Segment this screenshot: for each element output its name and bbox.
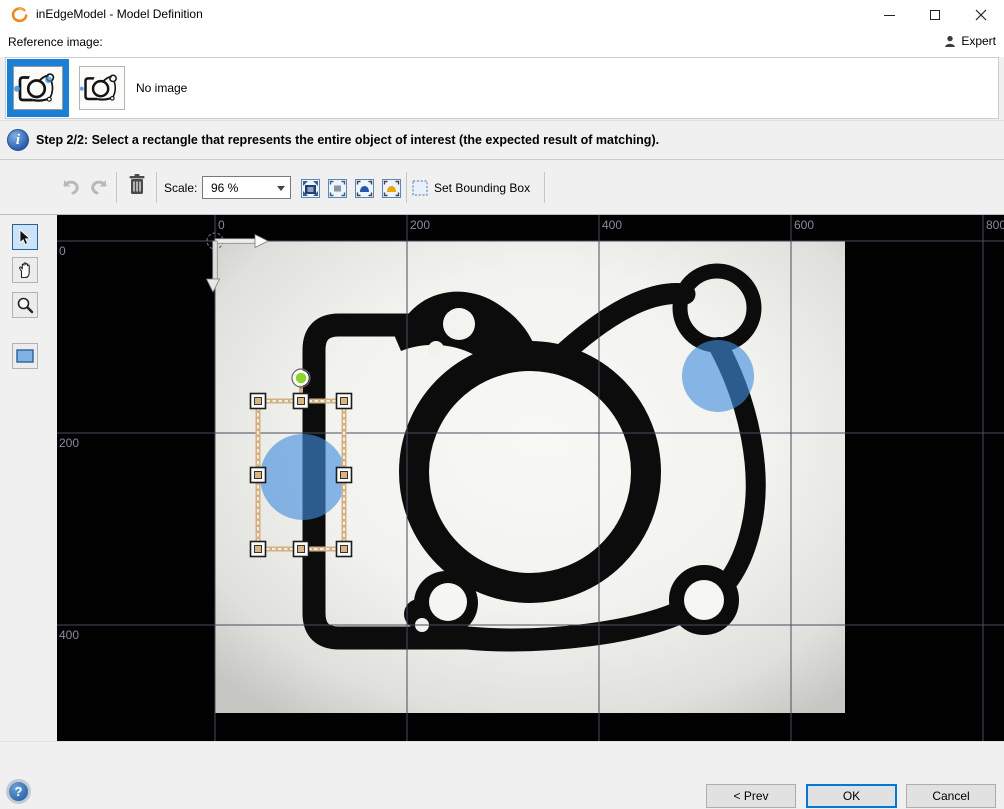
ruler-tick: 200 [410, 218, 430, 232]
zoom-actual-size-icon [328, 179, 347, 198]
redo-icon [89, 178, 109, 196]
fit-to-selection-icon [355, 179, 374, 198]
gasket-thumbnail-2 [80, 67, 124, 109]
rectangle-shape-icon [16, 349, 34, 363]
zoom-fit-image-button[interactable] [299, 177, 321, 199]
resize-handle-w[interactable] [251, 468, 266, 483]
tool-palette [0, 215, 57, 741]
resize-handle-s[interactable] [294, 542, 309, 557]
resize-handle-n[interactable] [294, 394, 309, 409]
question-mark-icon: ? [15, 784, 23, 799]
chevron-down-icon [277, 186, 285, 191]
resize-handle-ne[interactable] [337, 394, 352, 409]
set-bounding-box-label: Set Bounding Box [434, 181, 530, 195]
rotation-handle[interactable] [292, 369, 310, 387]
thumbnail-selected[interactable] [7, 59, 69, 117]
step-instruction: Step 2/2: Select a rectangle that repres… [36, 133, 659, 147]
window-title: inEdgeModel - Model Definition [36, 7, 203, 21]
footer-bar: ? < Prev OK Cancel [0, 741, 1004, 809]
edge-marker-dot [80, 87, 84, 91]
zoom-actual-size-button[interactable] [326, 177, 348, 199]
thumbnail-2[interactable] [78, 65, 126, 111]
pan-tool-button[interactable] [12, 257, 38, 283]
image-canvas[interactable]: 0 200 400 600 800 0 200 400 [57, 215, 1004, 741]
maximize-icon [930, 10, 940, 20]
person-icon [944, 35, 956, 48]
title-bar: inEdgeModel - Model Definition [0, 0, 1004, 30]
edge-marker-dot [45, 76, 52, 83]
canvas-toolbar: Scale: 96 % [0, 161, 1004, 214]
prev-button[interactable]: < Prev [706, 784, 796, 808]
fit-to-model-button[interactable] [380, 177, 402, 199]
rectangle-tool-button[interactable] [12, 343, 38, 369]
expert-mode-toggle[interactable]: Expert [944, 34, 996, 48]
delete-button[interactable] [126, 174, 148, 196]
scale-value: 96 % [211, 181, 238, 195]
match-overlay-circle-1 [260, 434, 346, 520]
resize-handle-sw[interactable] [251, 542, 266, 557]
edge-marker-dot [14, 86, 20, 92]
scale-label: Scale: [164, 181, 197, 195]
zoom-fit-image-icon [301, 179, 320, 198]
set-bounding-box-button[interactable]: Set Bounding Box [412, 176, 530, 200]
help-button[interactable]: ? [6, 779, 31, 804]
undo-button[interactable] [60, 176, 82, 198]
scale-dropdown[interactable]: 96 % [202, 176, 291, 199]
resize-handle-nw[interactable] [251, 394, 266, 409]
reference-image-label: Reference image: [8, 35, 103, 49]
maximize-button[interactable] [912, 0, 958, 30]
no-image-label: No image [136, 81, 187, 95]
fit-to-model-icon [382, 179, 401, 198]
cancel-button[interactable]: Cancel [906, 784, 996, 808]
fit-to-selection-button[interactable] [353, 177, 375, 199]
zoom-tool-button[interactable] [12, 292, 38, 318]
thumbnail-strip: No image [5, 57, 999, 119]
redo-button[interactable] [88, 176, 110, 198]
step-info-bar: i Step 2/2: Select a rectangle that repr… [0, 120, 1004, 160]
ruler-tick: 200 [59, 436, 79, 450]
hand-icon [17, 261, 34, 279]
ruler-tick: 600 [794, 218, 814, 232]
ruler-tick: 400 [59, 628, 79, 642]
info-icon: i [7, 129, 29, 151]
select-tool-button[interactable] [12, 224, 38, 250]
ok-button[interactable]: OK [806, 784, 897, 808]
resize-handle-se[interactable] [337, 542, 352, 557]
close-icon [975, 9, 987, 21]
undo-icon [61, 178, 81, 196]
reference-row: Reference image: Expert [0, 30, 1004, 57]
ruler-tick: 800 [986, 218, 1004, 232]
bounding-box-icon [412, 180, 428, 196]
ruler-tick: 0 [218, 218, 225, 232]
minimize-button[interactable] [866, 0, 912, 30]
minimize-icon [884, 15, 895, 16]
gasket-thumbnail-1 [14, 67, 62, 109]
close-button[interactable] [958, 0, 1004, 30]
trash-icon [128, 173, 146, 197]
app-logo-icon [10, 6, 28, 24]
match-overlay-circle-2 [682, 340, 754, 412]
resize-handle-e[interactable] [337, 468, 352, 483]
magnifier-icon [16, 296, 34, 314]
app-window: inEdgeModel - Model Definition Reference… [0, 0, 1004, 809]
expert-label: Expert [961, 34, 996, 48]
ruler-tick: 0 [59, 244, 66, 258]
ruler-tick: 400 [602, 218, 622, 232]
cursor-arrow-icon [18, 229, 32, 246]
